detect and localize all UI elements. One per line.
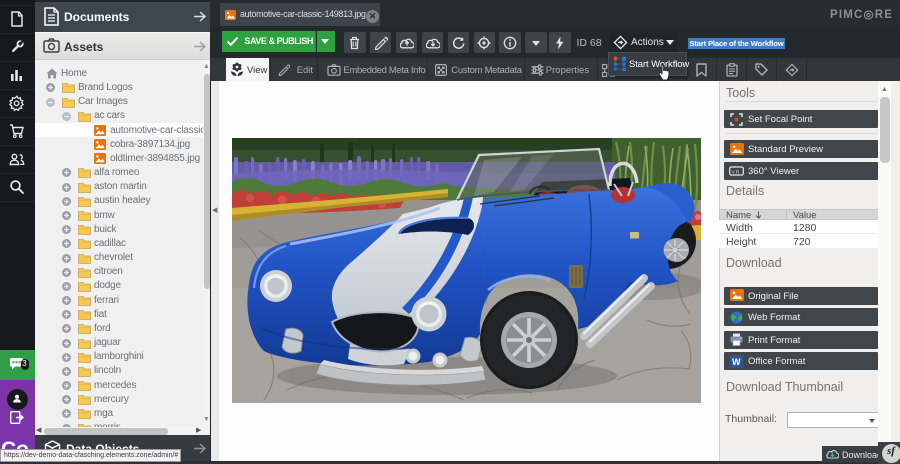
svg-text:W: W — [732, 357, 741, 367]
svg-text:V R: V R — [732, 169, 740, 174]
